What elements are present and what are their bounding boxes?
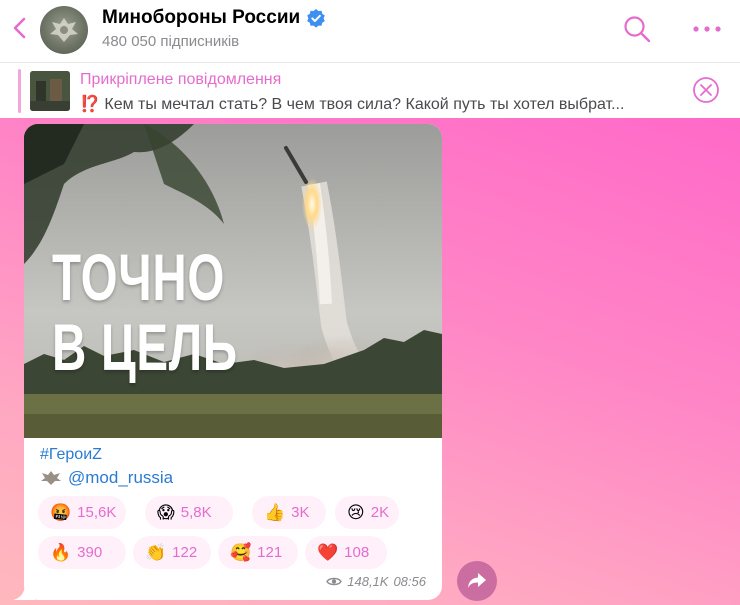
- reaction-count: 122: [172, 544, 198, 561]
- message-bubble[interactable]: ТОЧНО В ЦЕЛЬ #ГероиZ @mod_russia 🤬 15,6K…: [24, 124, 442, 600]
- message-time: 08:56: [393, 574, 426, 589]
- reaction-chip[interactable]: 🤬 15,6K: [38, 496, 126, 529]
- pinned-preview-text: ⁉️ Кем ты мечтал стать? В чем твоя сила?…: [80, 96, 625, 113]
- hashtag-link[interactable]: #ГероиZ: [40, 446, 102, 464]
- subscriber-count: 480 050 підписників: [102, 33, 240, 50]
- smiling-face-with-hearts-icon: 🥰: [230, 542, 252, 563]
- thumbs-up-icon: 👍: [264, 502, 286, 523]
- mention-link[interactable]: @mod_russia: [68, 468, 173, 488]
- share-button[interactable]: [457, 561, 497, 601]
- pinned-thumbnail: [30, 71, 70, 111]
- reaction-chip[interactable]: 👏 122: [133, 536, 211, 569]
- fire-icon: 🔥: [50, 542, 72, 563]
- reaction-chip[interactable]: ❤️ 108: [305, 536, 387, 569]
- eye-icon: [326, 577, 343, 586]
- reaction-count: 15,6K: [77, 504, 117, 521]
- view-count: 148,1K: [347, 574, 389, 589]
- pinned-title: Прикріплене повідомлення: [80, 71, 282, 88]
- angry-face-icon: 🤬: [50, 502, 72, 523]
- reaction-chip[interactable]: 😱 5,8K: [145, 496, 233, 529]
- reaction-chip[interactable]: 👍 3K: [252, 496, 326, 529]
- reaction-count: 121: [257, 544, 283, 561]
- reaction-chip[interactable]: 🥰 121: [218, 536, 298, 569]
- image-headline: ТОЧНО В ЦЕЛЬ: [52, 242, 238, 382]
- emblem-icon: [50, 18, 78, 42]
- crying-face-icon: 😢: [347, 502, 365, 523]
- reaction-chip[interactable]: 🔥 390: [38, 536, 126, 569]
- pinned-message-bar[interactable]: Прикріплене повідомлення ⁉️ Кем ты мечта…: [0, 62, 740, 118]
- reaction-count: 2K: [370, 504, 390, 521]
- screaming-face-icon: 😱: [157, 502, 175, 523]
- verified-badge-icon: [307, 9, 325, 28]
- channel-avatar[interactable]: [40, 6, 88, 54]
- back-chevron-icon[interactable]: [10, 16, 32, 40]
- reaction-count: 108: [344, 544, 370, 561]
- clapping-hands-icon: 👏: [145, 542, 167, 563]
- reaction-count: 3K: [291, 504, 310, 521]
- reaction-count: 5,8K: [180, 504, 212, 521]
- red-heart-icon: ❤️: [317, 542, 339, 563]
- chat-header: Минобороны России 480 050 підписників: [0, 0, 740, 62]
- image-headline-line-1: ТОЧНО: [52, 240, 226, 314]
- message-photo[interactable]: ТОЧНО В ЦЕЛЬ: [24, 124, 442, 438]
- reaction-chip[interactable]: 😢 2K: [335, 496, 399, 529]
- emblem-icon: [41, 471, 61, 485]
- reaction-count: 390: [77, 544, 103, 561]
- channel-title[interactable]: Минобороны России: [102, 7, 326, 29]
- search-icon[interactable]: [622, 14, 652, 44]
- channel-name: Минобороны России: [102, 7, 301, 28]
- pinned-indicator: [18, 69, 21, 113]
- message-meta: 148,1K 08:56: [326, 574, 426, 589]
- image-headline-line-2: В ЦЕЛЬ: [52, 310, 238, 384]
- share-arrow-icon: [468, 573, 486, 588]
- more-options-icon[interactable]: [692, 24, 722, 34]
- mention-row: @mod_russia: [40, 468, 173, 488]
- close-pinned-icon[interactable]: [692, 76, 720, 104]
